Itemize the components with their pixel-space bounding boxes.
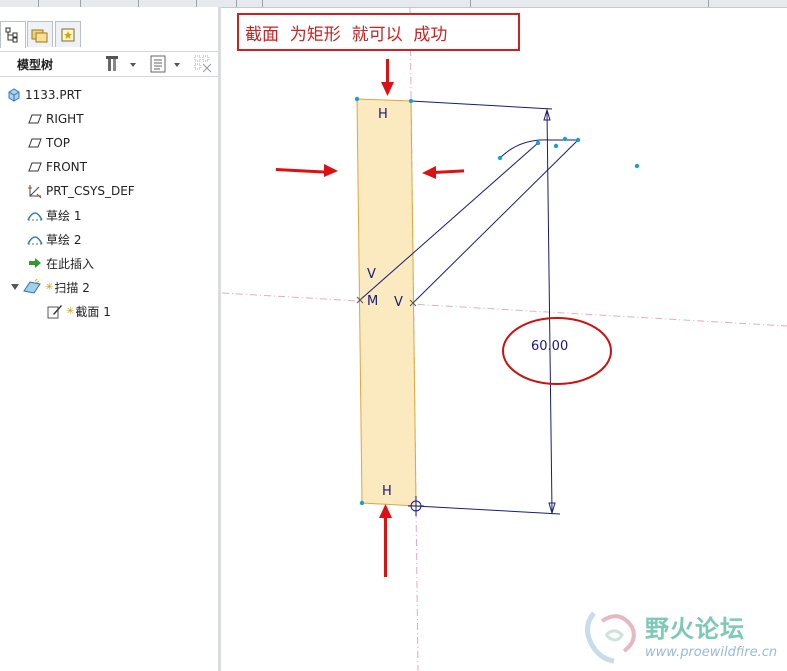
horizontal-reference-line: [221, 292, 787, 327]
annotation-text: 截面 为矩形 就可以 成功: [245, 24, 448, 45]
arrow-top-down: [381, 59, 394, 96]
annotation-box: 截面 为矩形 就可以 成功: [237, 13, 520, 51]
horizontal-constraint-bottom: H: [382, 484, 392, 499]
arrow-bottom-up: [379, 504, 392, 577]
watermark-logo-icon: [585, 611, 636, 664]
section-rectangle[interactable]: [356, 98, 417, 507]
extension-line-bottom: [415, 505, 561, 515]
horizontal-constraint-top: H: [378, 107, 388, 122]
sketch-canvas: [221, 6, 787, 671]
dimension-value[interactable]: 60.00: [531, 339, 568, 354]
watermark-url: www.proewildfire.cn: [645, 645, 778, 660]
vertical-constraint-right: V: [394, 295, 403, 310]
midpoint-constraint: M: [367, 294, 379, 309]
dimension-line[interactable]: [546, 111, 553, 512]
vertical-constraint-left: V: [367, 267, 376, 282]
trajectory-line-2: [412, 139, 579, 304]
extension-line-top: [410, 100, 553, 110]
arrow-right-left: [422, 166, 465, 179]
watermark: 野火论坛 www.proewildfire.cn: [580, 605, 780, 669]
arrow-left-right: [275, 164, 338, 177]
watermark-name: 野火论坛: [645, 615, 745, 643]
